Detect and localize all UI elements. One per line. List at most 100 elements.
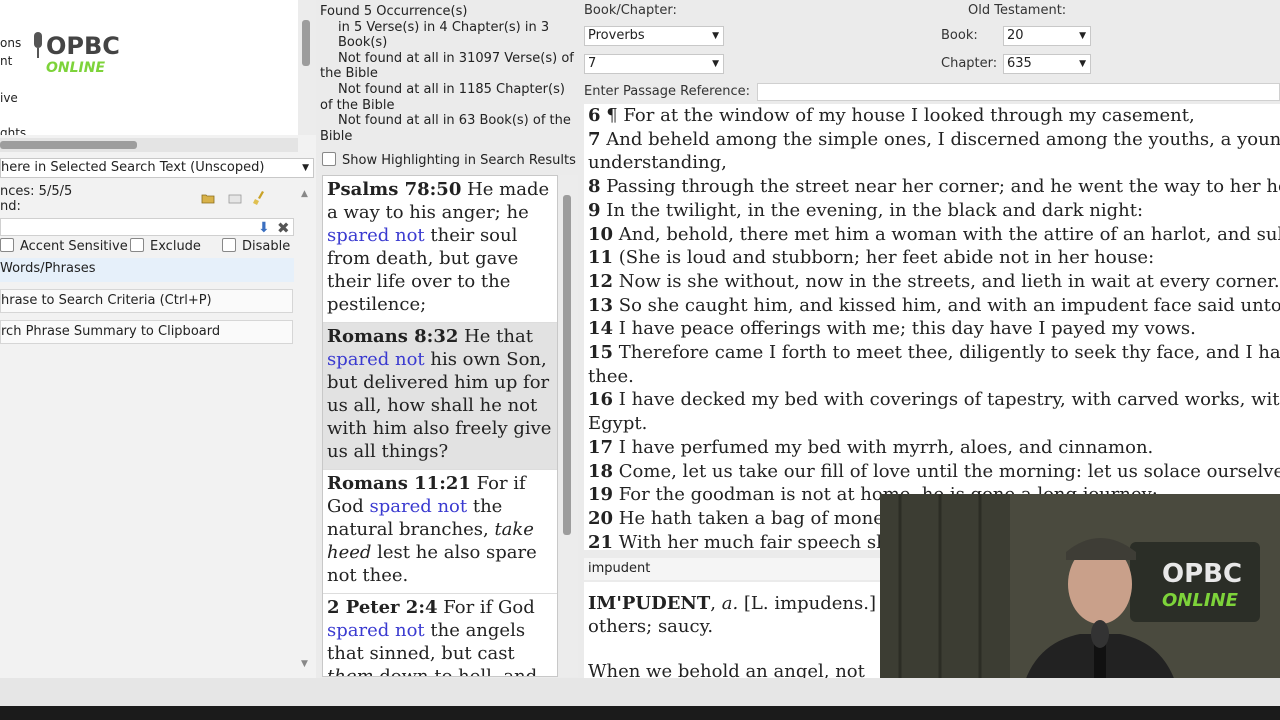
verse-text: And, behold, there met him a woman with …	[618, 223, 1280, 245]
add-phrase-label: hrase to Search Criteria (Ctrl+P)	[1, 293, 212, 308]
book-select[interactable]: Proverbs ▼	[584, 26, 724, 46]
search-summary: Found 5 Occurrence(s) in 5 Verse(s) in 4…	[320, 4, 578, 144]
nav-item[interactable]: nt	[0, 54, 12, 68]
book-number-value: 20	[1007, 28, 1024, 43]
words-phrases-label: Words/Phrases	[0, 261, 96, 276]
dictionary-entry[interactable]: IM'PUDENT, a. [L. impudens.] others; sau…	[584, 582, 884, 678]
book-number-select[interactable]: 20 ▼	[1003, 26, 1091, 46]
verse-text: Therefore came I forth to meet thee, dil…	[618, 342, 1280, 364]
verse-number: 10	[588, 223, 614, 245]
folder-open-icon[interactable]	[201, 192, 215, 204]
result-item[interactable]: Romans 8:32 He that spared not his own S…	[323, 323, 557, 470]
verse-text: I have decked my bed with coverings of t…	[618, 389, 1280, 411]
logo-text: OPBC	[46, 32, 120, 60]
verse-line[interactable]: 13 So she caught him, and kissed him, an…	[584, 294, 1280, 318]
close-icon[interactable]: ✖	[277, 219, 290, 237]
webcam-sign-text: OPBC	[1162, 559, 1242, 589]
verse-line[interactable]: thee.	[584, 365, 1280, 389]
verse-line[interactable]: 6 ¶ For at the window of my house I look…	[584, 104, 1280, 128]
result-text: down to hell, and	[373, 666, 538, 677]
disable-checkbox[interactable]	[222, 238, 236, 252]
verse-number: 13	[588, 294, 614, 316]
chapter-number-select[interactable]: 635 ▼	[1003, 54, 1091, 74]
result-item[interactable]: 2 Peter 2:4 For if God spared not the an…	[323, 594, 557, 677]
criteria-scrollbar[interactable]: ▲ ▼	[298, 185, 314, 675]
search-results-list[interactable]: Psalms 78:50 He made a way to his anger;…	[322, 175, 558, 677]
bible-text-pane[interactable]: 6 ¶ For at the window of my house I look…	[584, 104, 1280, 550]
verse-line[interactable]: 11 (She is loud and stubborn; her feet a…	[584, 246, 1280, 270]
verse-line[interactable]: 14 I have peace offerings with me; this …	[584, 317, 1280, 341]
broom-icon[interactable]	[252, 190, 268, 206]
scroll-down-icon[interactable]: ▼	[301, 659, 308, 669]
verse-text: So she caught him, and kissed him, and w…	[613, 294, 1280, 316]
verse-line[interactable]: 16 I have decked my bed with coverings o…	[584, 388, 1280, 412]
verse-line[interactable]: understanding,	[584, 151, 1280, 175]
arrow-down-icon[interactable]: ⬇	[258, 220, 270, 236]
verse-number: 11	[588, 247, 614, 269]
result-ref[interactable]: Romans 8:32	[327, 326, 458, 347]
verse-text: And beheld among the simple ones, I disc…	[606, 128, 1280, 150]
found-label: nd:	[0, 199, 21, 214]
passage-reference-input[interactable]	[757, 83, 1280, 101]
verse-line[interactable]: 9 In the twilight, in the evening, in th…	[584, 199, 1280, 223]
verse-number: 20	[588, 507, 614, 529]
verse-line[interactable]: 18 Come, let us take our fill of love un…	[584, 460, 1280, 484]
chapter-select[interactable]: 7 ▼	[584, 54, 724, 74]
words-phrases-item[interactable]: Words/Phrases	[0, 258, 294, 282]
webcam-overlay: OPBC ONLINE	[880, 494, 1280, 700]
add-phrase-button[interactable]: hrase to Search Criteria (Ctrl+P)	[0, 289, 293, 313]
scroll-up-icon[interactable]: ▲	[301, 189, 308, 199]
verse-text: Egypt.	[588, 413, 648, 435]
result-ref[interactable]: Romans 11:21	[327, 473, 471, 494]
verse-line[interactable]: Egypt.	[584, 412, 1280, 436]
verse-line[interactable]: 12 Now is she without, now in the street…	[584, 270, 1280, 294]
verse-text: thee.	[588, 365, 634, 387]
accent-sensitive-checkbox[interactable]	[0, 238, 14, 252]
nav-item[interactable]: ghts	[0, 126, 26, 135]
result-item[interactable]: Romans 11:21 For if God spared not the n…	[323, 470, 557, 594]
verse-number: 17	[588, 436, 614, 458]
copy-summary-button[interactable]: rch Phrase Summary to Clipboard	[0, 320, 293, 344]
show-highlighting-checkbox[interactable]	[322, 152, 336, 166]
verse-line[interactable]: 7 And beheld among the simple ones, I di…	[584, 128, 1280, 152]
nav-tree: ons nt ive ghts OPBC ONLINE	[0, 0, 298, 135]
summary-line: Not found at all in 1185 Chapter(s) of t…	[320, 81, 565, 113]
verse-text: I have peace offerings with me; this day…	[613, 318, 1196, 340]
chevron-down-icon: ▼	[302, 163, 309, 173]
folder-icon[interactable]	[228, 192, 242, 204]
nav-hscroll-thumb[interactable]	[0, 141, 137, 149]
scope-select-value: here in Selected Search Text (Unscoped)	[1, 160, 265, 175]
verse-line[interactable]: 15 Therefore came I forth to meet thee, …	[584, 341, 1280, 365]
search-scope-select[interactable]: here in Selected Search Text (Unscoped) …	[0, 158, 314, 178]
book-chapter-label: Book/Chapter:	[584, 3, 677, 18]
chapter-select-value: 7	[588, 56, 597, 71]
nav-item[interactable]: ons	[0, 36, 21, 50]
result-highlight: spared not	[369, 496, 468, 517]
dictionary-search-word: impudent	[588, 561, 651, 576]
result-ref[interactable]: Psalms 78:50	[327, 179, 461, 200]
nav-scroll-thumb[interactable]	[302, 20, 310, 66]
results-scroll-thumb[interactable]	[563, 195, 571, 535]
dictionary-pos: a.	[721, 593, 739, 614]
accent-sensitive-label: Accent Sensitive	[20, 239, 128, 254]
verse-text: Passing through the street near her corn…	[600, 176, 1280, 198]
exclude-checkbox[interactable]	[130, 238, 144, 252]
logo-subtext: ONLINE	[46, 60, 105, 76]
disable-label: Disable	[242, 239, 291, 254]
verse-number: 8	[588, 176, 601, 198]
verse-number: 21	[588, 531, 614, 550]
verse-number: 9	[588, 199, 601, 221]
result-text: He that	[458, 326, 533, 347]
search-input[interactable]	[0, 218, 294, 236]
dictionary-search-field[interactable]: impudent	[584, 558, 884, 580]
nav-item[interactable]: ive	[0, 91, 18, 105]
result-highlight: spared not	[327, 225, 425, 246]
verse-line[interactable]: 8 Passing through the street near her co…	[584, 175, 1280, 199]
verse-line[interactable]: 17 I have perfumed my bed with myrrh, al…	[584, 436, 1280, 460]
testament-label: Old Testament:	[968, 3, 1067, 18]
verse-line[interactable]: 10 And, behold, there met him a woman wi…	[584, 223, 1280, 247]
result-item[interactable]: Psalms 78:50 He made a way to his anger;…	[323, 176, 557, 323]
result-ref[interactable]: 2 Peter 2:4	[327, 597, 438, 618]
taskbar	[0, 706, 1280, 720]
verse-number: 14	[588, 318, 614, 340]
